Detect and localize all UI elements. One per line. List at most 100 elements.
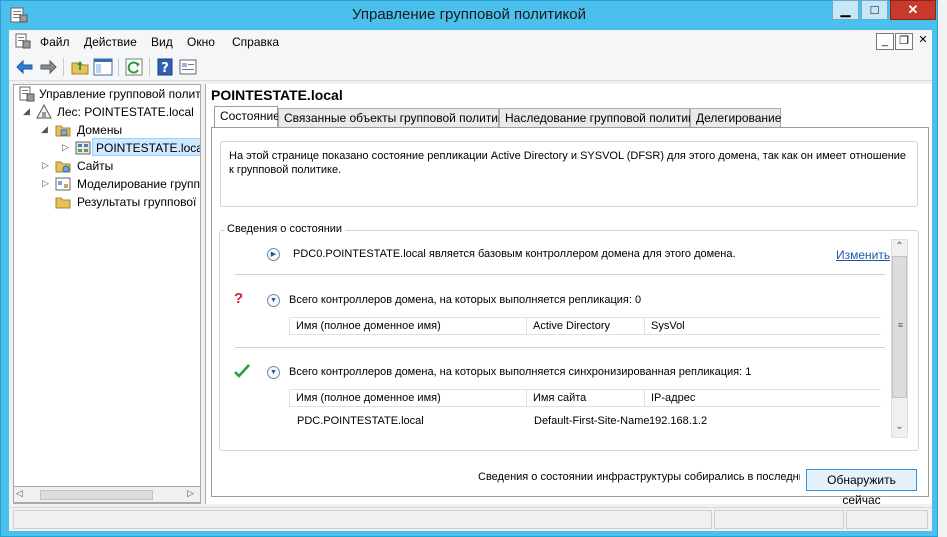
table-header: Имя (полное доменное имя) Имя сайта IP-а… <box>289 389 881 407</box>
collapse-circle-icon[interactable]: ▼ <box>267 294 280 307</box>
tree-item-forest[interactable]: ◢ Лес: POINTESTATE.local <box>14 103 200 121</box>
toolbar-separator <box>149 58 150 76</box>
column-header-fqdn[interactable]: Имя (полное доменное имя) <box>290 318 527 334</box>
forward-icon[interactable] <box>38 57 58 77</box>
minimize-icon: ▁ <box>840 2 851 17</box>
menu-action[interactable]: Действие <box>84 35 137 49</box>
tab-status[interactable]: Состояние <box>214 106 280 128</box>
table-row[interactable]: PDC.POINTESTATE.local Default-First-Site… <box>289 413 881 431</box>
title-bar[interactable]: Управление групповой политикой <box>0 0 938 30</box>
child-restore-icon: ❐ <box>899 35 909 47</box>
console-menu-icon[interactable] <box>15 33 31 49</box>
scroll-left-icon[interactable]: ◁ <box>16 488 23 499</box>
dc-fqdn-cell: PDC.POINTESTATE.local <box>297 415 424 427</box>
forest-icon <box>36 104 52 119</box>
tree-horizontal-scrollbar[interactable]: ◁ ▷ <box>13 486 201 503</box>
modeling-icon <box>55 177 71 191</box>
tree-item-label: Сайты <box>77 159 114 173</box>
tree-item-label: POINTESTATE.local <box>96 141 201 155</box>
tab-inheritance[interactable]: Наследование групповой политики <box>499 108 700 127</box>
toolbar-separator <box>118 58 119 76</box>
scroll-right-icon[interactable]: ▷ <box>187 488 194 499</box>
status-bar-panel <box>846 510 928 529</box>
back-icon[interactable] <box>15 57 35 77</box>
table-header: Имя (полное доменное имя) Active Directo… <box>289 317 881 335</box>
column-header-site-name[interactable]: Имя сайта <box>527 390 645 406</box>
maximize-icon: □ <box>870 2 879 17</box>
child-restore-button[interactable]: ❐ <box>895 33 913 50</box>
tab-delegation[interactable]: Делегирование <box>690 108 781 127</box>
tree-item-gpmc-root[interactable]: Управление групповой полит <box>14 85 201 103</box>
child-close-icon: ✕ <box>918 34 928 46</box>
status-bar-panel <box>714 510 844 529</box>
expand-arrow-icon[interactable]: ▷ <box>62 142 69 153</box>
show-hide-tree-icon[interactable] <box>93 57 113 77</box>
help-icon[interactable]: ? <box>155 57 175 77</box>
expand-circle-icon[interactable]: ▶ <box>267 248 280 261</box>
expand-arrow-icon[interactable]: ▷ <box>42 178 49 189</box>
status-details-content: ▶ PDC0.POINTESTATE.local является базовы… <box>226 239 890 439</box>
expand-arrow-icon[interactable]: ▷ <box>42 160 49 171</box>
scroll-down-icon[interactable]: ⌄ <box>892 421 907 432</box>
window-title: Управление групповой политикой <box>352 6 586 23</box>
synced-dc-count: Всего контроллеров домена, на которых вы… <box>289 366 752 378</box>
info-description: На этой странице показано состояние репл… <box>220 141 918 207</box>
refresh-icon[interactable] <box>124 57 144 77</box>
detect-now-button[interactable]: Обнаружить сейчас <box>806 469 917 507</box>
tree-item-domain-pointestate[interactable]: ▷ POINTESTATE.local <box>14 139 201 157</box>
column-header-active-directory[interactable]: Active Directory <box>527 318 645 334</box>
grip-icon: ≡ <box>897 320 904 330</box>
scroll-up-icon[interactable]: ⌃ <box>892 241 907 252</box>
close-icon: ✕ <box>907 2 919 17</box>
tree-item-label: Моделирование групп <box>77 177 201 191</box>
column-header-fqdn[interactable]: Имя (полное доменное имя) <box>290 390 527 406</box>
tab-linked-gpos[interactable]: Связанные объекты групповой политики <box>278 108 510 127</box>
up-folder-icon[interactable] <box>70 57 90 77</box>
minimize-button[interactable]: ▁ <box>832 0 859 20</box>
scrollbar-thumb[interactable]: ≡ <box>892 256 907 398</box>
tree-item-label: Результаты группової <box>77 195 197 209</box>
child-minimize-icon: _ <box>881 35 889 47</box>
collapse-circle-icon[interactable]: ▼ <box>267 366 280 379</box>
replicating-dc-count: Всего контроллеров домена, на которых вы… <box>289 294 642 306</box>
page-title: POINTESTATE.local <box>211 87 343 103</box>
child-close-button[interactable]: ✕ <box>914 33 932 50</box>
tree-item-label: Домены <box>77 123 123 137</box>
section-divider <box>235 347 885 348</box>
ip-address-cell: 192.168.1.2 <box>649 415 708 427</box>
menu-window[interactable]: Окно <box>187 35 215 49</box>
properties-icon[interactable] <box>178 57 198 77</box>
column-header-ip-address[interactable]: IP-адрес <box>645 390 881 406</box>
question-status-icon: ? <box>234 290 244 307</box>
tree-item-sites[interactable]: ▷ Сайты <box>14 157 200 175</box>
tree-item-domains[interactable]: ◢ Домены <box>14 121 200 139</box>
results-icon <box>55 197 71 209</box>
collapse-arrow-icon[interactable]: ◢ <box>23 106 30 117</box>
section-divider <box>235 274 885 275</box>
tree-item-label: Лес: POINTESTATE.local <box>57 105 194 119</box>
status-bar <box>9 507 932 531</box>
maximize-button[interactable]: □ <box>861 0 888 20</box>
menu-file[interactable]: Файл <box>40 35 70 49</box>
collapse-arrow-icon[interactable]: ◢ <box>41 124 48 135</box>
menu-bar: Файл Действие Вид Окно Справка _ ❐ ✕ <box>9 31 932 53</box>
tree-item-label: Управление групповой полит <box>39 87 201 101</box>
console-tree: Управление групповой полит ◢ Лес: POINTE… <box>13 84 201 504</box>
gpo-console-icon <box>19 86 35 102</box>
change-baseline-link[interactable]: Изменить <box>836 248 890 262</box>
status-group-title: Сведения о состоянии <box>224 223 346 235</box>
close-button[interactable]: ✕ <box>890 0 936 20</box>
column-header-sysvol[interactable]: SysVol <box>645 318 881 334</box>
scrollbar-thumb[interactable] <box>40 490 153 500</box>
tree-item-results[interactable]: Результаты группової <box>14 193 200 211</box>
svg-text:?: ? <box>161 61 169 76</box>
tree-item-modeling[interactable]: ▷ Моделирование групп <box>14 175 201 193</box>
toolbar: ? <box>9 53 932 81</box>
menu-help[interactable]: Справка <box>232 35 279 49</box>
baseline-dc-text: PDC0.POINTESTATE.local является базовым … <box>293 248 736 260</box>
toolbar-separator <box>63 58 64 76</box>
menu-view[interactable]: Вид <box>151 35 173 49</box>
status-bar-panel <box>13 510 712 529</box>
site-name-cell: Default-First-Site-Name <box>534 415 650 427</box>
child-minimize-button[interactable]: _ <box>876 33 894 50</box>
